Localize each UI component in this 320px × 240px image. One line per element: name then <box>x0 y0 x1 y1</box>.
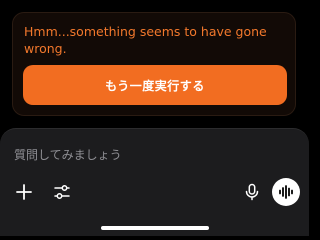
message-composer: 質問してみましょう <box>0 128 309 236</box>
voice-waveform-icon[interactable] <box>272 178 300 206</box>
home-indicator <box>101 226 209 230</box>
microphone-icon[interactable] <box>240 180 264 204</box>
plus-icon[interactable] <box>12 180 36 204</box>
retry-button[interactable]: もう一度実行する <box>23 65 287 105</box>
sliders-icon[interactable] <box>50 180 74 204</box>
error-card: Hmm...something seems to have gone wrong… <box>12 12 296 116</box>
chat-screen: Hmm...something seems to have gone wrong… <box>0 0 309 236</box>
error-message: Hmm...something seems to have gone wrong… <box>24 24 267 56</box>
prompt-input[interactable]: 質問してみましょう <box>14 145 284 165</box>
